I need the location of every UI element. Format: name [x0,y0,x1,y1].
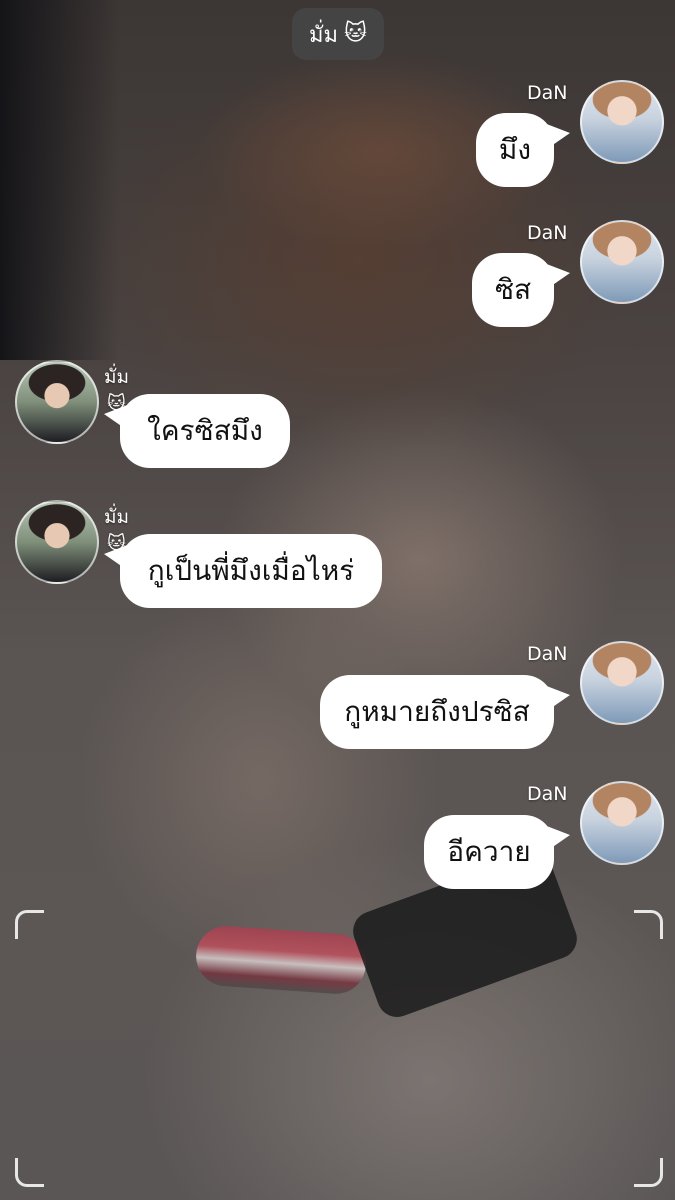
dan-avatar[interactable] [580,220,664,304]
message-bubble[interactable]: กูหมายถึงปรซิส [320,675,570,749]
dan-avatar[interactable] [580,80,664,164]
frame-corner [15,910,44,939]
background-wristband [194,924,368,996]
message-bubble[interactable]: ซิส [472,253,570,327]
mum-avatar[interactable] [15,500,99,584]
sender-name-text: มั่ม [104,506,130,528]
background-shadow [0,0,120,360]
sender-name: DaN [527,82,568,104]
chat-title[interactable]: มั่ม 🐱 [292,8,384,60]
sender-name: DaN [527,643,568,665]
message-bubble[interactable]: อีควาย [424,815,570,889]
message-bubble[interactable]: กูเป็นพี่มึงเมื่อไหร่ [104,534,382,608]
message-bubble[interactable]: ใครซิสมึง [104,394,290,468]
frame-corner [15,1158,44,1187]
chat-title-text: มั่ม [309,22,339,48]
frame-corner [634,910,663,939]
sender-name: DaN [527,222,568,244]
sender-name: DaN [527,783,568,805]
dan-avatar[interactable] [580,641,664,725]
sender-name-text: มั่ม [104,366,130,388]
message-bubble[interactable]: มึง [476,113,570,187]
cat-face-icon: 🐱 [344,21,367,46]
mum-avatar[interactable] [15,360,99,444]
dan-avatar[interactable] [580,781,664,865]
frame-corner [634,1158,663,1187]
